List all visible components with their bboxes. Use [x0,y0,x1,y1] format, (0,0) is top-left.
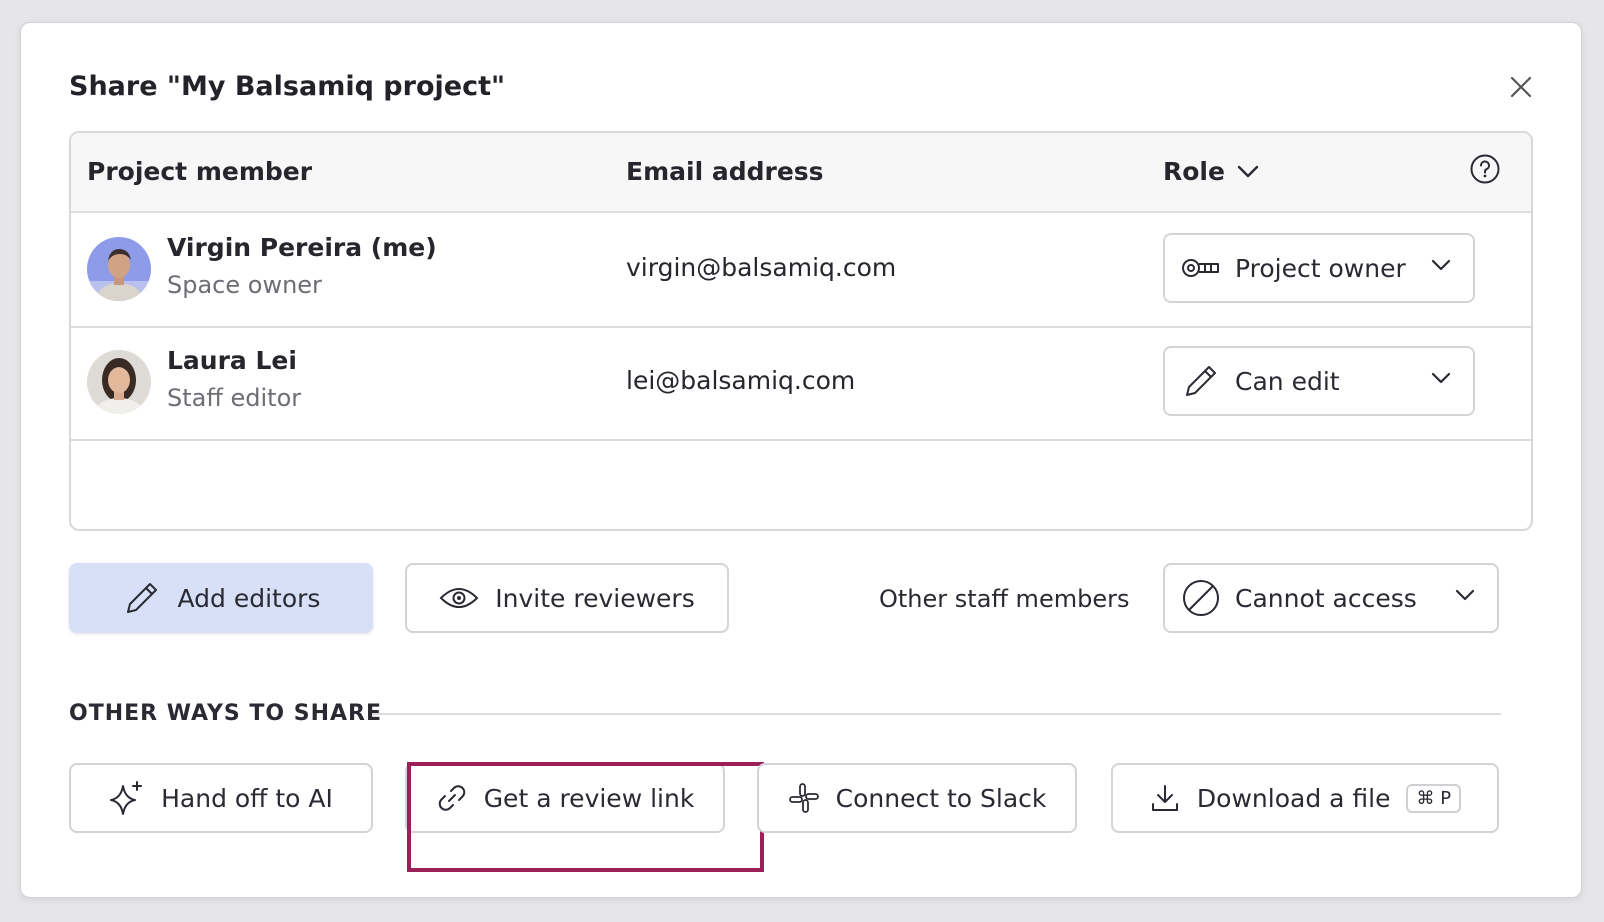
member-name: Laura Lei [167,346,297,375]
header-role-label: Role [1163,157,1225,186]
hand-off-label: Hand off to AI [161,783,333,813]
header-project-member: Project member [87,157,313,186]
close-icon[interactable] [1507,73,1535,101]
avatar [87,237,151,301]
hand-off-to-ai-button[interactable]: Hand off to AI [69,763,373,833]
member-email: lei@balsamiq.com [626,366,856,395]
dialog-title: Share "My Balsamiq project" [69,71,506,102]
add-editors-label: Add editors [177,583,321,613]
chevron-down-icon [1237,165,1259,179]
invite-reviewers-button[interactable]: Invite reviewers [405,563,729,633]
role-select-label: Project owner [1235,253,1406,283]
keyboard-shortcut: ⌘ P [1406,783,1462,813]
role-select-can-edit[interactable]: Can edit [1163,346,1475,416]
table-row: Laura Lei Staff editor lei@balsamiq.com … [71,326,1531,441]
highlight-box [407,762,764,872]
slack-icon [788,782,820,814]
other-ways-heading: OTHER WAYS TO SHARE [69,701,383,726]
member-name: Virgin Pereira (me) [167,233,437,262]
member-subtitle: Space owner [167,271,322,299]
chevron-down-icon [1455,589,1475,601]
add-editors-button[interactable]: Add editors [69,563,373,633]
staff-access-select[interactable]: Cannot access [1163,563,1499,633]
other-staff-members-label: Other staff members [879,585,1130,613]
connect-to-slack-button[interactable]: Connect to Slack [757,763,1077,833]
no-access-icon [1181,578,1221,618]
eye-icon [439,586,479,610]
member-email: virgin@balsamiq.com [626,253,897,282]
staff-access-label: Cannot access [1235,583,1417,613]
chevron-down-icon [1431,372,1451,384]
header-email-address: Email address [626,157,824,186]
invite-reviewers-label: Invite reviewers [495,583,695,613]
chevron-down-icon [1431,259,1451,271]
key-icon [1181,256,1221,280]
question-circle-icon[interactable] [1469,153,1501,185]
role-select-project-owner[interactable]: Project owner [1163,233,1475,303]
share-dialog: Share "My Balsamiq project" Project memb… [20,22,1582,898]
download-label: Download a file [1196,783,1391,813]
sparkle-icon [109,780,145,816]
table-row: Virgin Pereira (me) Space owner virgin@b… [71,213,1531,328]
download-file-button[interactable]: Download a file ⌘ P [1111,763,1499,833]
connect-slack-label: Connect to Slack [835,783,1047,813]
table-header: Project member Email address Role [71,133,1531,213]
section-divider [373,713,1501,715]
members-table: Project member Email address Role Virgin… [69,131,1533,531]
pencil-icon [122,578,162,618]
avatar [87,350,151,414]
pencil-icon [1181,361,1221,401]
download-icon [1149,782,1181,814]
role-select-label: Can edit [1235,366,1340,396]
header-role-sort[interactable]: Role [1163,157,1259,186]
member-subtitle: Staff editor [167,384,302,412]
